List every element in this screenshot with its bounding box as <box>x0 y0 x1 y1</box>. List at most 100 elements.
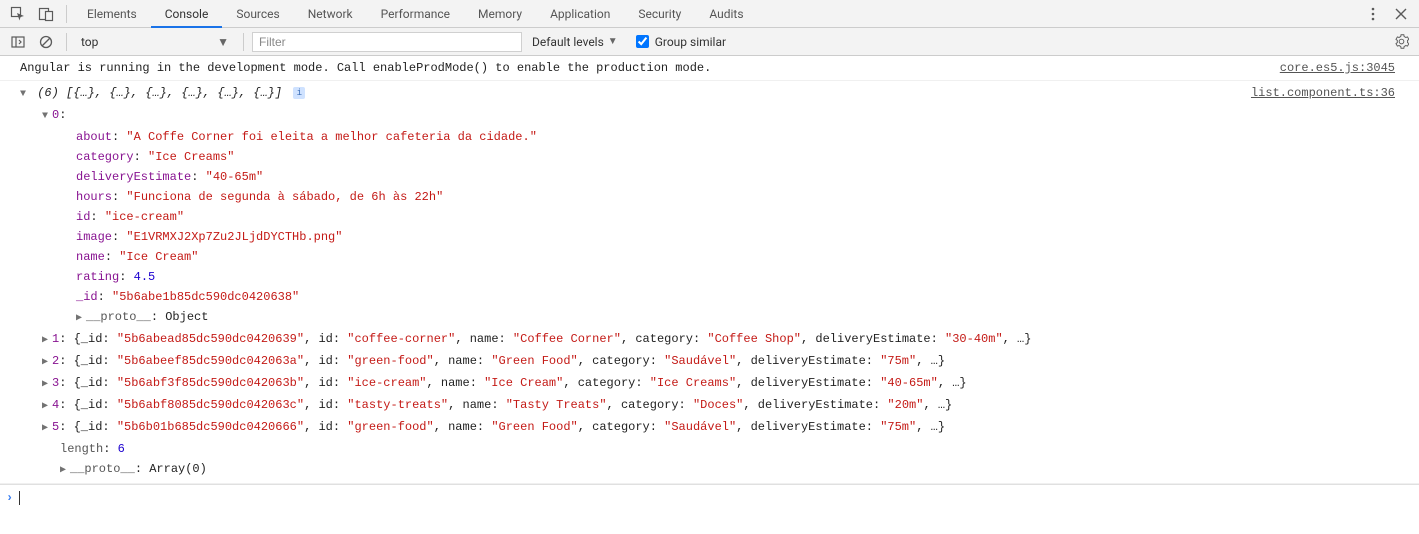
array-index-row[interactable]: ▶2: {_id: "5b6abeef85dc590dc042063a", id… <box>20 351 1251 373</box>
property-key: hours <box>76 190 112 204</box>
object-preview: {_id: "5b6abf8085dc590dc042063c", id: "t… <box>74 398 953 412</box>
log-levels-select[interactable]: Default levels ▼ <box>526 31 624 53</box>
device-toolbar-icon[interactable] <box>32 0 60 28</box>
tab-sources[interactable]: Sources <box>222 0 293 28</box>
separator <box>243 33 244 51</box>
log-text: Angular is running in the development mo… <box>20 58 1280 78</box>
property-key: name <box>76 250 105 264</box>
source-link[interactable]: core.es5.js:3045 <box>1280 58 1419 78</box>
array-index-row[interactable]: ▶5: {_id: "5b6b01b685dc590dc0420666", id… <box>20 417 1251 439</box>
text-cursor <box>19 491 20 505</box>
close-devtools-icon[interactable] <box>1387 0 1415 28</box>
tab-audits[interactable]: Audits <box>695 0 757 28</box>
length-key: length <box>60 442 103 456</box>
property-value: "Funciona de segunda à sábado, de 6h às … <box>126 190 443 204</box>
object-property-row: hours: "Funciona de segunda à sábado, de… <box>20 187 1251 207</box>
object-property-row: name: "Ice Cream" <box>20 247 1251 267</box>
property-value: "ice-cream" <box>105 210 184 224</box>
object-property-row: category: "Ice Creams" <box>20 147 1251 167</box>
array-index-row[interactable]: ▶3: {_id: "5b6abf3f85dc590dc042063b", id… <box>20 373 1251 395</box>
tab-application[interactable]: Application <box>536 0 624 28</box>
property-value: "5b6abe1b85dc590dc0420638" <box>112 290 299 304</box>
object-property-row: image: "E1VRMXJ2Xp7Zu2JLjdDYCTHb.png" <box>20 227 1251 247</box>
length-row: length: 6 <box>20 439 1251 459</box>
property-value: "Ice Creams" <box>148 150 234 164</box>
tabs-container: ElementsConsoleSourcesNetworkPerformance… <box>73 0 758 28</box>
console-toolbar: top ▼ Default levels ▼ Group similar <box>0 28 1419 56</box>
execution-context-select[interactable]: top ▼ <box>75 31 235 53</box>
array-index-row[interactable]: ▶1: {_id: "5b6abead85dc590dc0420639", id… <box>20 329 1251 351</box>
property-key: _id <box>76 290 98 304</box>
separator <box>66 5 67 23</box>
property-key: about <box>76 130 112 144</box>
tab-performance[interactable]: Performance <box>367 0 464 28</box>
more-menu-icon[interactable] <box>1359 0 1387 28</box>
property-key: category <box>76 150 134 164</box>
proto-key: __proto__ <box>70 462 135 476</box>
tab-security[interactable]: Security <box>624 0 695 28</box>
tab-network[interactable]: Network <box>294 0 367 28</box>
object-preview: {_id: "5b6b01b685dc590dc0420666", id: "g… <box>74 420 945 434</box>
property-value: "A Coffe Corner foi eleita a melhor cafe… <box>126 130 536 144</box>
property-key: deliveryEstimate <box>76 170 191 184</box>
proto-row[interactable]: ▶__proto__: Array(0) <box>20 459 1251 481</box>
length-value: 6 <box>118 442 125 456</box>
expand-arrow-icon[interactable]: ▶ <box>42 375 52 395</box>
console-output: Angular is running in the development mo… <box>0 56 1419 534</box>
property-value: 4.5 <box>134 270 156 284</box>
proto-value: Object <box>165 310 208 324</box>
expand-arrow-icon[interactable]: ▶ <box>60 461 70 481</box>
tab-memory[interactable]: Memory <box>464 0 536 28</box>
array-length-summary: (6) <box>37 86 59 100</box>
expand-arrow-icon[interactable]: ▶ <box>42 331 52 351</box>
object-property-row: _id: "5b6abe1b85dc590dc0420638" <box>20 287 1251 307</box>
log-message: Angular is running in the development mo… <box>0 56 1419 81</box>
toggle-sidebar-icon[interactable] <box>6 30 30 54</box>
property-value: "E1VRMXJ2Xp7Zu2JLjdDYCTHb.png" <box>126 230 342 244</box>
proto-value: Array(0) <box>149 462 207 476</box>
tab-elements[interactable]: Elements <box>73 0 151 28</box>
object-preview: {_id: "5b6abeef85dc590dc042063a", id: "g… <box>74 354 945 368</box>
expand-arrow-icon[interactable]: ▶ <box>76 309 86 329</box>
object-property-row: id: "ice-cream" <box>20 207 1251 227</box>
group-similar-input[interactable] <box>636 35 649 48</box>
property-key: id <box>76 210 90 224</box>
filter-input[interactable] <box>252 32 522 52</box>
object-property-row: deliveryEstimate: "40-65m" <box>20 167 1251 187</box>
property-key: rating <box>76 270 119 284</box>
proto-key: __proto__ <box>86 310 151 324</box>
proto-row[interactable]: ▶__proto__: Object <box>20 307 1251 329</box>
log-object: ▼ (6) [{…}, {…}, {…}, {…}, {…}, {…}] i ▼… <box>0 81 1419 484</box>
object-property-row: rating: 4.5 <box>20 267 1251 287</box>
source-link[interactable]: list.component.ts:36 <box>1251 83 1419 103</box>
array-preview: [{…}, {…}, {…}, {…}, {…}, {…}] <box>59 86 282 100</box>
expand-arrow-icon[interactable]: ▶ <box>42 419 52 439</box>
clear-console-icon[interactable] <box>34 30 58 54</box>
group-similar-checkbox[interactable]: Group similar <box>636 35 726 49</box>
expand-arrow-icon[interactable]: ▼ <box>20 85 30 105</box>
inspect-element-icon[interactable] <box>4 0 32 28</box>
separator <box>66 33 67 51</box>
devtools-tab-bar: ElementsConsoleSourcesNetworkPerformance… <box>0 0 1419 28</box>
object-property-row: about: "A Coffe Corner foi eleita a melh… <box>20 127 1251 147</box>
chevron-down-icon: ▼ <box>217 35 229 49</box>
property-key: image <box>76 230 112 244</box>
prompt-caret-icon: › <box>6 489 13 507</box>
console-prompt[interactable]: › <box>0 484 1419 511</box>
array-summary-row[interactable]: ▼ (6) [{…}, {…}, {…}, {…}, {…}, {…}] i <box>20 83 1251 105</box>
array-index-row[interactable]: ▼0: <box>20 105 1251 127</box>
tab-console[interactable]: Console <box>151 0 223 28</box>
object-preview: {_id: "5b6abead85dc590dc0420639", id: "c… <box>74 332 1032 346</box>
context-label: top <box>81 35 98 49</box>
settings-gear-icon[interactable] <box>1389 30 1413 54</box>
group-similar-label: Group similar <box>655 35 726 49</box>
expand-arrow-icon[interactable]: ▼ <box>42 107 52 127</box>
expand-arrow-icon[interactable]: ▶ <box>42 397 52 417</box>
levels-label: Default levels <box>532 35 604 49</box>
property-value: "40-65m" <box>206 170 264 184</box>
info-badge-icon[interactable]: i <box>293 87 305 99</box>
array-index-row[interactable]: ▶4: {_id: "5b6abf8085dc590dc042063c", id… <box>20 395 1251 417</box>
object-preview: {_id: "5b6abf3f85dc590dc042063b", id: "i… <box>74 376 967 390</box>
property-value: "Ice Cream" <box>119 250 198 264</box>
expand-arrow-icon[interactable]: ▶ <box>42 353 52 373</box>
